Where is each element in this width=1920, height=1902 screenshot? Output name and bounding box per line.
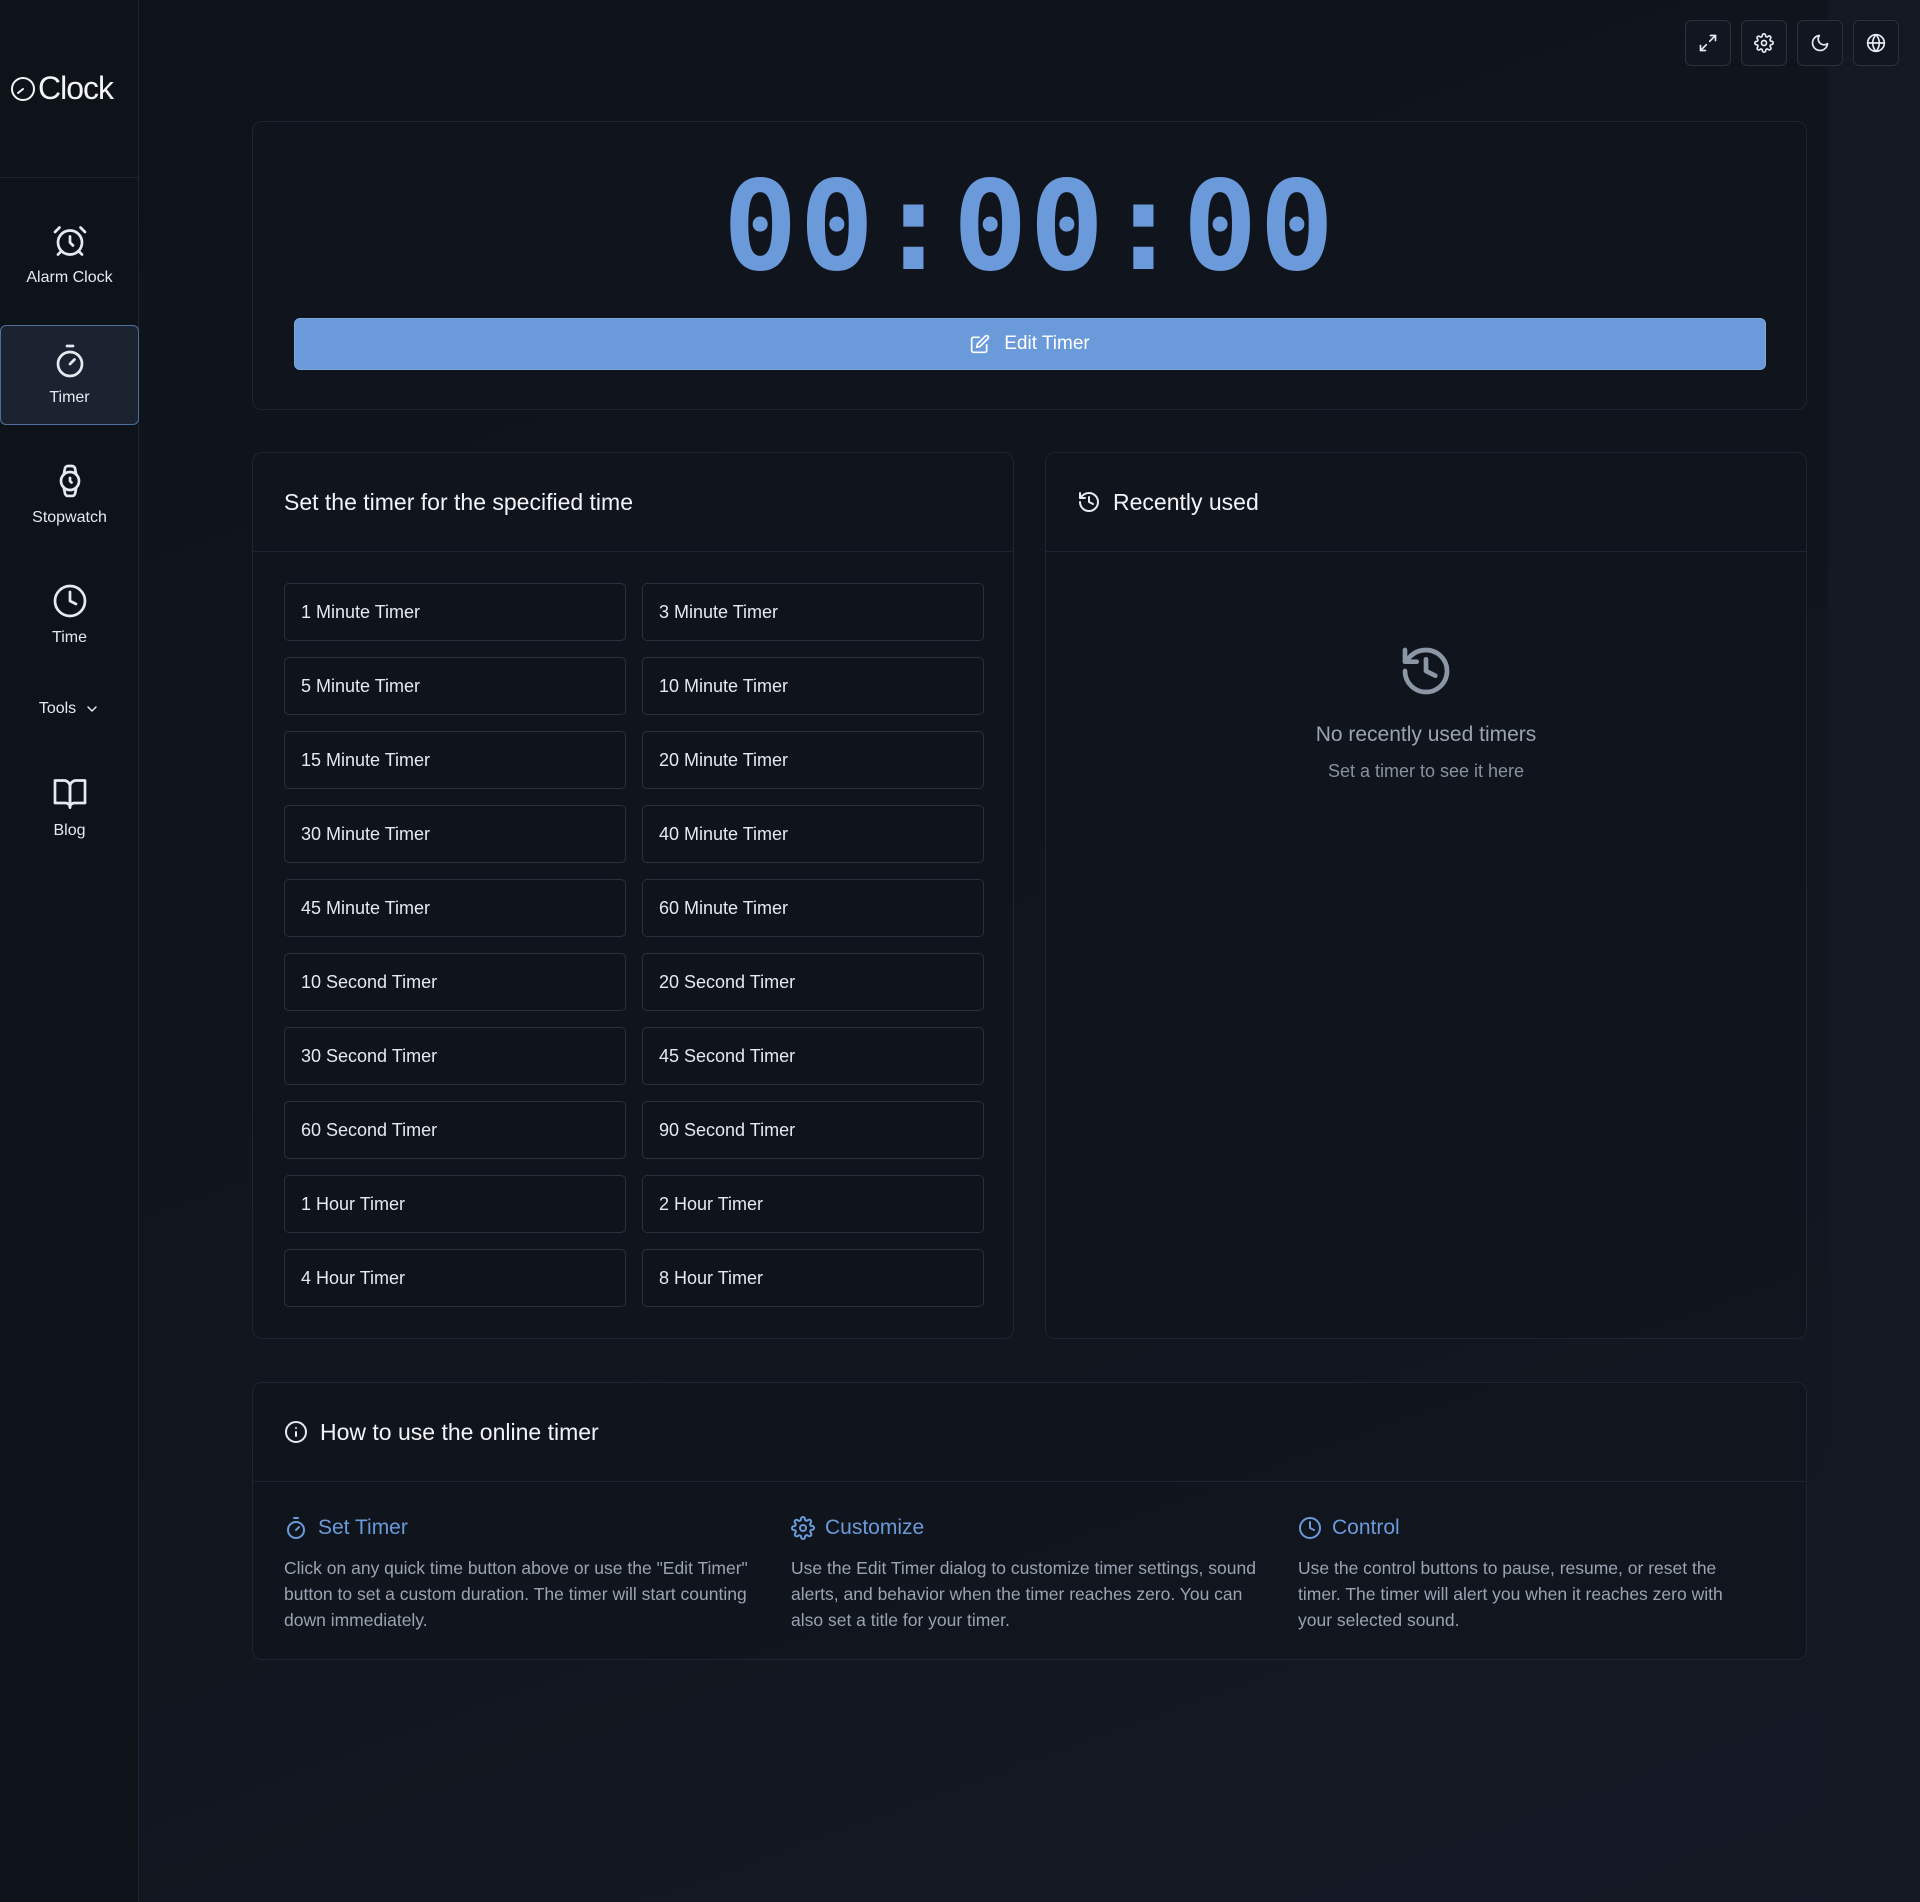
howto-header: How to use the online timer xyxy=(253,1383,1806,1482)
right-gutter xyxy=(1828,0,1920,1902)
fullscreen-icon xyxy=(1699,34,1717,52)
tools-label: Tools xyxy=(38,700,77,717)
preset-button[interactable]: 45 Second Timer xyxy=(642,1027,984,1085)
howto-set-timer: Set Timer Click on any quick time button… xyxy=(284,1513,791,1633)
sidebar-divider xyxy=(0,177,139,178)
gear-icon xyxy=(791,1516,815,1540)
settings-button[interactable] xyxy=(1741,20,1787,66)
howto-section-label: Control xyxy=(1332,1516,1400,1539)
empty-subtitle: Set a timer to see it here xyxy=(1327,761,1525,781)
preset-button[interactable]: 30 Minute Timer xyxy=(284,805,626,863)
recent-empty-state: No recently used timers Set a timer to s… xyxy=(1046,643,1806,782)
recent-title: Recently used xyxy=(1113,488,1259,515)
howto-section-title: Control xyxy=(1298,1513,1758,1543)
preset-button[interactable]: 15 Minute Timer xyxy=(284,731,626,789)
presets-header: Set the timer for the specified time xyxy=(253,453,1013,552)
preset-button[interactable]: 40 Minute Timer xyxy=(642,805,984,863)
preset-button[interactable]: 90 Second Timer xyxy=(642,1101,984,1159)
sidebar-item-label: Blog xyxy=(53,822,86,839)
preset-button[interactable]: 3 Minute Timer xyxy=(642,583,984,641)
fullscreen-button[interactable] xyxy=(1685,20,1731,66)
howto-card: How to use the online timer Set Timer Cl… xyxy=(252,1382,1807,1660)
preset-button[interactable]: 10 Second Timer xyxy=(284,953,626,1011)
howto-section-title: Customize xyxy=(791,1513,1278,1543)
clock-icon xyxy=(53,584,86,618)
howto-customize: Customize Use the Edit Timer dialog to c… xyxy=(791,1513,1298,1633)
empty-title: No recently used timers xyxy=(1315,723,1537,746)
globe-icon xyxy=(1866,33,1886,53)
preset-button[interactable]: 5 Minute Timer xyxy=(284,657,626,715)
edit-timer-label: Edit Timer xyxy=(1004,333,1090,354)
sidebar-item-stopwatch[interactable]: Stopwatch xyxy=(0,445,139,545)
chevron-down-icon xyxy=(87,706,97,712)
preset-button[interactable]: 60 Second Timer xyxy=(284,1101,626,1159)
timer-card: 00:00:00 Edit Timer xyxy=(252,121,1807,410)
history-icon xyxy=(1079,492,1099,512)
timer-icon xyxy=(287,1517,305,1539)
preset-button[interactable]: 20 Second Timer xyxy=(642,953,984,1011)
howto-columns: Set Timer Click on any quick time button… xyxy=(284,1513,1784,1633)
howto-section-label: Customize xyxy=(825,1516,925,1539)
presets-card: Set the timer for the specified time 1 M… xyxy=(252,452,1014,1339)
preset-button[interactable]: 20 Minute Timer xyxy=(642,731,984,789)
preset-button[interactable]: 10 Minute Timer xyxy=(642,657,984,715)
clock-logo-icon xyxy=(11,76,35,101)
language-button[interactable] xyxy=(1853,20,1899,66)
sidebar-item-timer[interactable]: Timer xyxy=(0,325,139,425)
howto-section-text: Use the control buttons to pause, resume… xyxy=(1298,1558,1723,1630)
app-root: Clock Alarm Clock Timer Stopwatch Time T… xyxy=(0,0,1920,1902)
edit-icon xyxy=(971,334,990,354)
alarm-clock-icon xyxy=(53,226,86,256)
preset-grid: 1 Minute Timer 3 Minute Timer 5 Minute T… xyxy=(284,583,984,1307)
logo-text: Clock xyxy=(38,70,114,106)
stopwatch-icon xyxy=(59,464,80,498)
sidebar: Clock Alarm Clock Timer Stopwatch Time T… xyxy=(0,0,139,1902)
preset-button[interactable]: 8 Hour Timer xyxy=(642,1249,984,1307)
howto-control: Control Use the control buttons to pause… xyxy=(1298,1513,1778,1633)
tools-dropdown[interactable]: Tools xyxy=(0,700,139,718)
preset-button[interactable]: 1 Minute Timer xyxy=(284,583,626,641)
howto-section-text: Use the Edit Timer dialog to customize t… xyxy=(791,1558,1256,1630)
sidebar-item-label: Timer xyxy=(49,389,90,406)
sidebar-item-blog[interactable]: Blog xyxy=(0,758,139,858)
timer-icon xyxy=(56,344,83,378)
howto-section-label: Set Timer xyxy=(318,1516,408,1539)
info-icon xyxy=(285,1421,307,1443)
clock-icon xyxy=(1299,1517,1321,1539)
recent-header: Recently used xyxy=(1046,453,1806,552)
howto-section-text: Click on any quick time button above or … xyxy=(284,1558,748,1630)
moon-icon xyxy=(1811,34,1829,52)
sidebar-item-label: Time xyxy=(52,629,87,646)
preset-button[interactable]: 4 Hour Timer xyxy=(284,1249,626,1307)
edit-timer-button[interactable]: Edit Timer xyxy=(294,318,1766,370)
timer-display: 00:00:00 xyxy=(722,155,1337,299)
sidebar-item-alarm-clock[interactable]: Alarm Clock xyxy=(0,205,139,305)
preset-button[interactable]: 2 Hour Timer xyxy=(642,1175,984,1233)
logo[interactable]: Clock xyxy=(10,70,114,107)
sidebar-item-label: Stopwatch xyxy=(32,509,107,526)
preset-button[interactable]: 45 Minute Timer xyxy=(284,879,626,937)
preset-button[interactable]: 60 Minute Timer xyxy=(642,879,984,937)
howto-title: How to use the online timer xyxy=(320,1418,599,1445)
theme-toggle-button[interactable] xyxy=(1797,20,1843,66)
recent-card: Recently used No recently used timers Se… xyxy=(1045,452,1807,1339)
settings-icon xyxy=(1754,33,1774,53)
sidebar-item-label: Alarm Clock xyxy=(26,269,113,286)
history-icon xyxy=(1402,647,1450,695)
howto-section-title: Set Timer xyxy=(284,1513,771,1543)
presets-title: Set the timer for the specified time xyxy=(284,488,633,515)
preset-button[interactable]: 1 Hour Timer xyxy=(284,1175,626,1233)
sidebar-item-time[interactable]: Time xyxy=(0,565,139,665)
preset-button[interactable]: 30 Second Timer xyxy=(284,1027,626,1085)
book-icon xyxy=(53,779,86,809)
